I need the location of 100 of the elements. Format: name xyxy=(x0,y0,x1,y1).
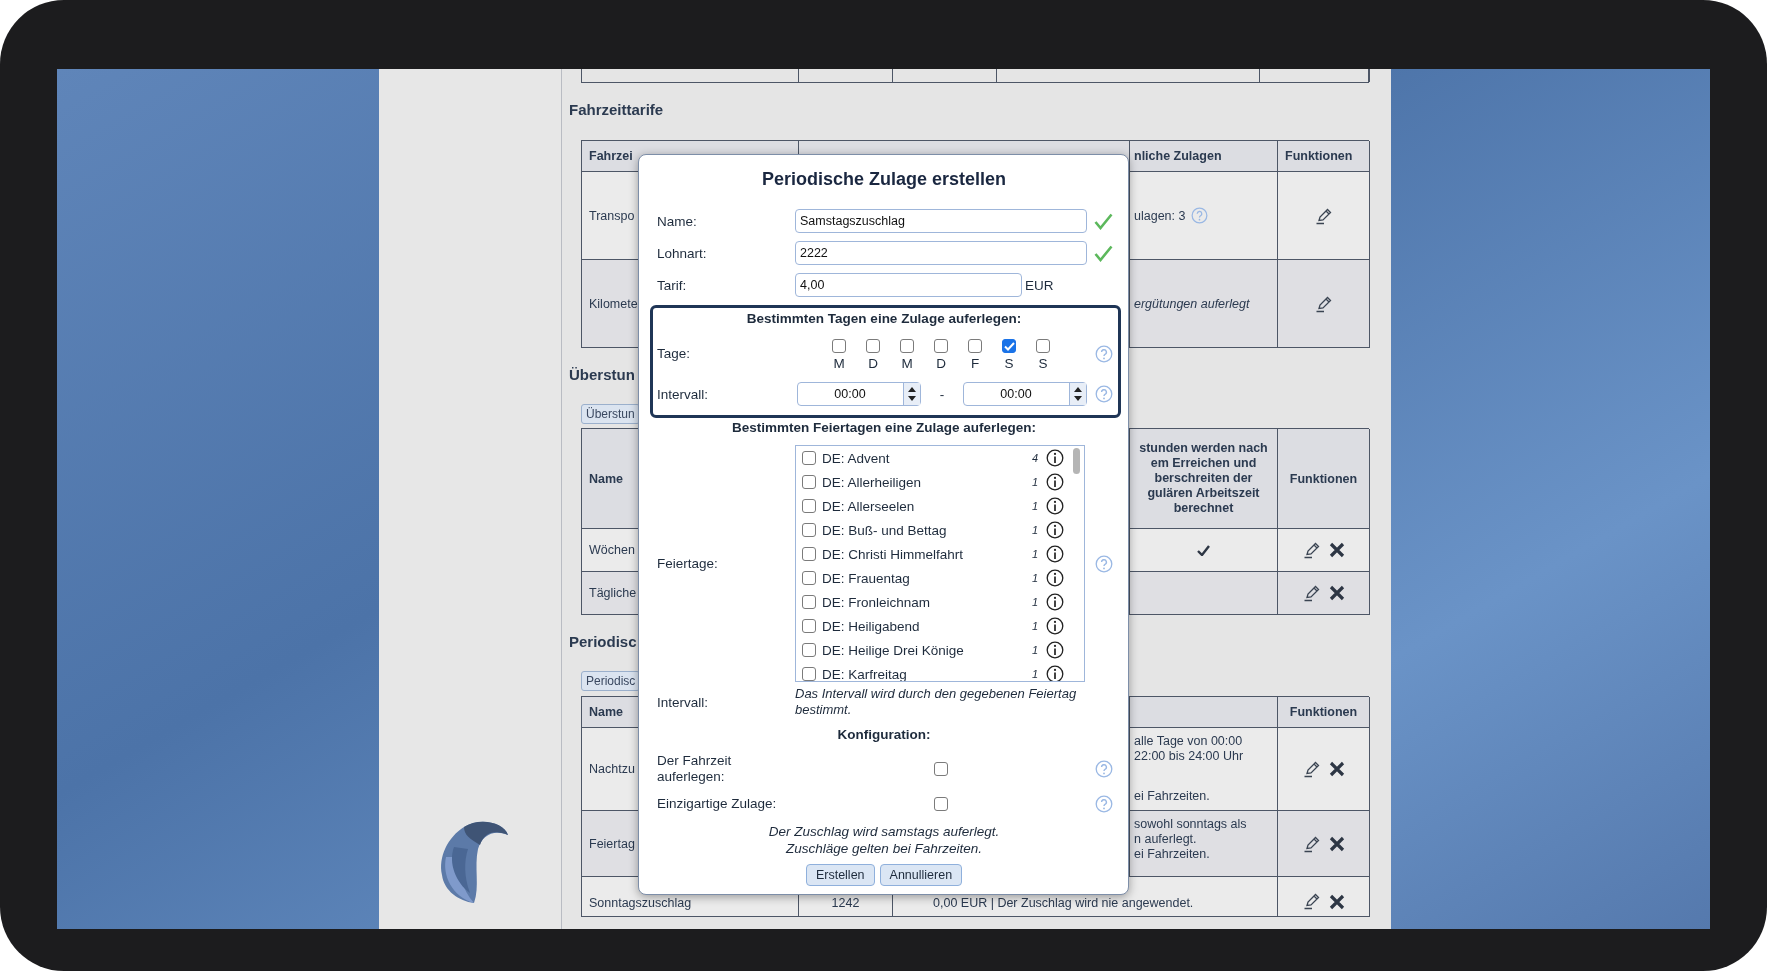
pencil-icon[interactable] xyxy=(1302,834,1321,853)
holiday-name: DE: Fronleichnam xyxy=(822,594,932,610)
pencil-icon[interactable] xyxy=(1302,892,1321,910)
info-icon[interactable] xyxy=(1046,449,1064,467)
holiday-name: DE: Karfreitag xyxy=(822,666,908,681)
holiday-count: 1 xyxy=(1030,644,1039,656)
info-icon[interactable] xyxy=(1046,665,1064,681)
day-label: M xyxy=(833,356,845,372)
table-cell: Kilomete xyxy=(589,296,638,311)
info-icon[interactable] xyxy=(1046,473,1064,491)
holiday-name: DE: Frauentag xyxy=(822,570,911,586)
checkmark-icon xyxy=(1197,544,1210,556)
pencil-icon[interactable] xyxy=(1302,541,1321,559)
info-icon[interactable] xyxy=(1046,521,1064,539)
table-cell: Feiertag xyxy=(589,836,635,851)
section-heading: Konfiguration: xyxy=(836,726,932,744)
table-cell: Tägliche xyxy=(589,586,637,600)
info-icon[interactable] xyxy=(1046,545,1064,563)
table-cell: 1242 xyxy=(831,896,860,910)
column-header: Fahrzei xyxy=(589,149,633,163)
holiday-name: DE: Heilige Drei Könige xyxy=(822,642,965,658)
spinner-icon[interactable] xyxy=(1069,383,1086,405)
holiday-count: 1 xyxy=(1030,548,1039,560)
checkbox[interactable] xyxy=(900,339,914,353)
checkbox[interactable] xyxy=(968,339,982,353)
column-header: Funktionen xyxy=(1289,705,1358,719)
holiday-name: DE: Buß- und Bettag xyxy=(822,522,948,538)
checkbox[interactable] xyxy=(802,523,816,537)
cross-icon[interactable] xyxy=(1328,761,1345,777)
holiday-name: DE: Allerseelen xyxy=(822,498,916,514)
field-label: Einzigartige Zulage: xyxy=(657,796,778,812)
column-header: Name xyxy=(589,471,624,486)
table-cell: Nachtzu xyxy=(589,762,635,776)
column-header: Funktionen xyxy=(1289,471,1358,486)
checkbox[interactable] xyxy=(934,339,948,353)
checkbox[interactable] xyxy=(802,643,816,657)
checkbox[interactable] xyxy=(1036,339,1050,353)
table-cell: ergütungen auferlegt xyxy=(1134,296,1250,311)
table-cell: Wöchen xyxy=(589,543,635,557)
checkbox[interactable] xyxy=(802,499,816,513)
field-label: Tarif: xyxy=(657,277,688,293)
holiday-count: 1 xyxy=(1030,476,1039,488)
info-icon[interactable] xyxy=(1046,617,1064,635)
cross-icon[interactable] xyxy=(1328,894,1345,910)
range-separator: - xyxy=(938,386,946,402)
pencil-icon[interactable] xyxy=(1314,294,1333,313)
field-label: Der Fahrzeit auferlegen: xyxy=(657,753,733,785)
section-heading: Periodisc xyxy=(569,632,637,652)
info-icon[interactable] xyxy=(1046,497,1064,515)
pencil-icon[interactable] xyxy=(1302,760,1321,778)
input-field[interactable]: 4,00 xyxy=(795,273,1022,297)
table-cell: ei Fahrzeiten. xyxy=(1134,847,1210,862)
scrollbar[interactable] xyxy=(1073,448,1080,474)
checkbox[interactable] xyxy=(866,339,880,353)
checkmark-icon xyxy=(1094,244,1113,262)
table-cell: sowohl sonntags als n auferlegt. xyxy=(1134,817,1247,847)
checkbox[interactable] xyxy=(802,451,816,465)
input-field[interactable]: 2222 xyxy=(795,241,1087,265)
info-icon[interactable] xyxy=(1046,641,1064,659)
checkbox[interactable] xyxy=(802,619,816,633)
checkbox[interactable] xyxy=(934,797,948,811)
checkbox[interactable] xyxy=(802,547,816,561)
holiday-name: DE: Christi Himmelfahrt xyxy=(822,546,965,562)
cross-icon[interactable] xyxy=(1328,542,1345,558)
day-label: M xyxy=(901,356,913,372)
spinner-icon[interactable] xyxy=(903,383,920,405)
dialog-button[interactable]: Erstellen xyxy=(805,864,875,886)
info-icon[interactable] xyxy=(1046,593,1064,611)
checkbox[interactable] xyxy=(802,595,816,609)
holiday-count: 1 xyxy=(1030,668,1039,680)
holiday-name: DE: Advent xyxy=(822,450,891,466)
column-header: nliche Zulagen xyxy=(1134,149,1222,163)
checkbox[interactable] xyxy=(934,762,948,776)
section-heading: Fahrzeittarife xyxy=(569,100,664,120)
checkbox[interactable] xyxy=(802,475,816,489)
holiday-count: 1 xyxy=(1030,596,1039,608)
cross-icon[interactable] xyxy=(1328,585,1345,601)
dialog-title: Periodische Zulage erstellen xyxy=(760,168,1008,191)
table-cell: 0,00 EUR | Der Zuschlag wird nie angewendet. xyxy=(933,896,1194,910)
field-label: Feiertage: xyxy=(657,556,719,571)
checkbox[interactable] xyxy=(802,571,816,585)
column-header: stunden werden nach em Erreichen und berschreiten der gulären Arbeitszeit berechnet xyxy=(1139,441,1268,516)
pencil-icon[interactable] xyxy=(1302,584,1321,602)
holiday-count: 1 xyxy=(1030,524,1039,536)
cross-icon[interactable] xyxy=(1328,835,1345,852)
holiday-count: 4 xyxy=(1030,452,1039,464)
tab[interactable]: Überstun xyxy=(581,404,640,424)
info-icon[interactable] xyxy=(1046,569,1064,587)
dialog-button[interactable]: Annullieren xyxy=(879,864,963,886)
checkbox[interactable] xyxy=(832,339,846,353)
checkbox[interactable] xyxy=(802,667,816,681)
pencil-icon[interactable] xyxy=(1314,206,1333,225)
field-label: Name: xyxy=(657,213,698,229)
tab[interactable]: Periodisc xyxy=(581,671,641,691)
table-cell: alle Tage von 00:00 22:00 bis 24:00 Uhr xyxy=(1134,734,1244,764)
column-header: Name xyxy=(589,705,624,719)
checkbox[interactable] xyxy=(1002,339,1016,353)
holiday-name: DE: Allerheiligen xyxy=(822,474,923,490)
holiday-count: 1 xyxy=(1030,500,1039,512)
input-field[interactable]: Samstagszuschlag xyxy=(795,209,1087,233)
